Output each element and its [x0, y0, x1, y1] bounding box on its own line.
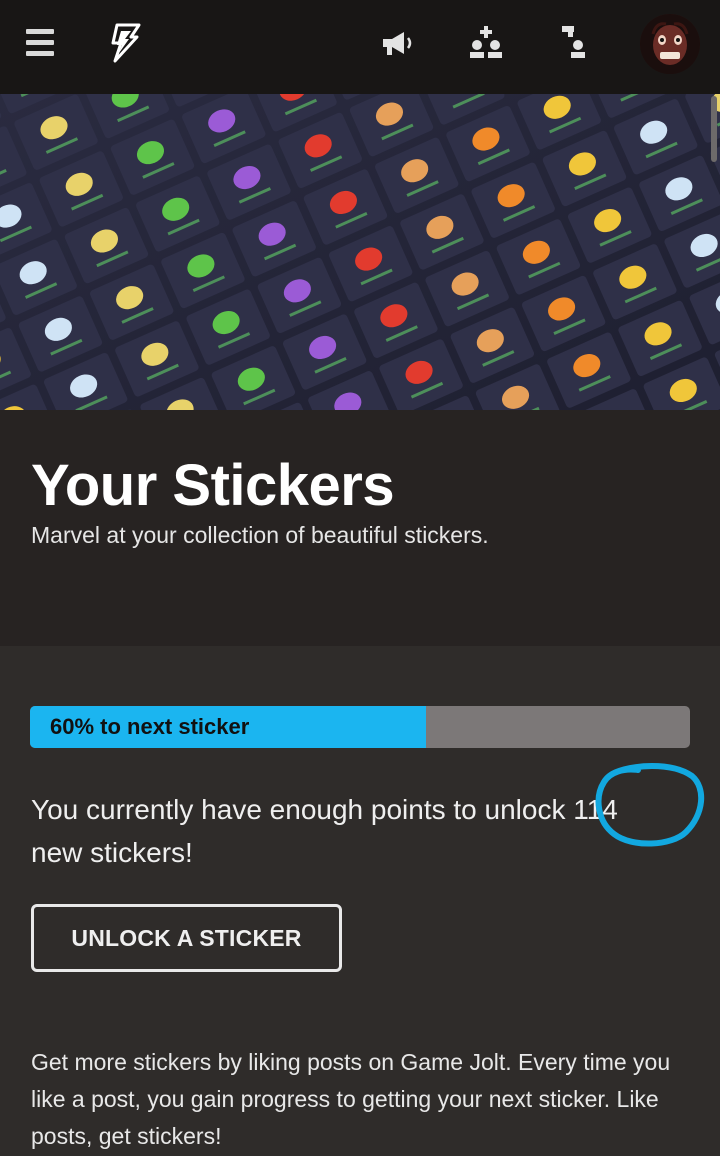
- progress-label: 60% to next sticker: [50, 714, 250, 739]
- megaphone-icon[interactable]: [372, 0, 424, 86]
- friend-requests-icon[interactable]: [458, 0, 514, 86]
- stickers-info-text: Get more stickers by liking posts on Gam…: [31, 1049, 671, 1149]
- sticker-collection-banner: [0, 94, 720, 410]
- unlock-sticker-button[interactable]: UNLOCK A STICKER: [31, 904, 342, 972]
- user-avatar[interactable]: [640, 14, 700, 74]
- scrollbar[interactable]: [711, 96, 717, 162]
- points-message: You currently have enough points to unlo…: [31, 794, 618, 868]
- activity-icon[interactable]: [545, 0, 601, 86]
- page-title: Your Stickers: [31, 453, 395, 518]
- top-navigation-bar: [0, 0, 720, 94]
- sticker-progress-bar: 60% to next sticker: [30, 706, 690, 748]
- hand-drawn-circle-annotation: [595, 763, 705, 847]
- hamburger-menu-icon[interactable]: [14, 0, 66, 86]
- page-subtitle: Marvel at your collection of beautiful s…: [31, 522, 489, 548]
- game-jolt-logo-icon[interactable]: [100, 0, 150, 86]
